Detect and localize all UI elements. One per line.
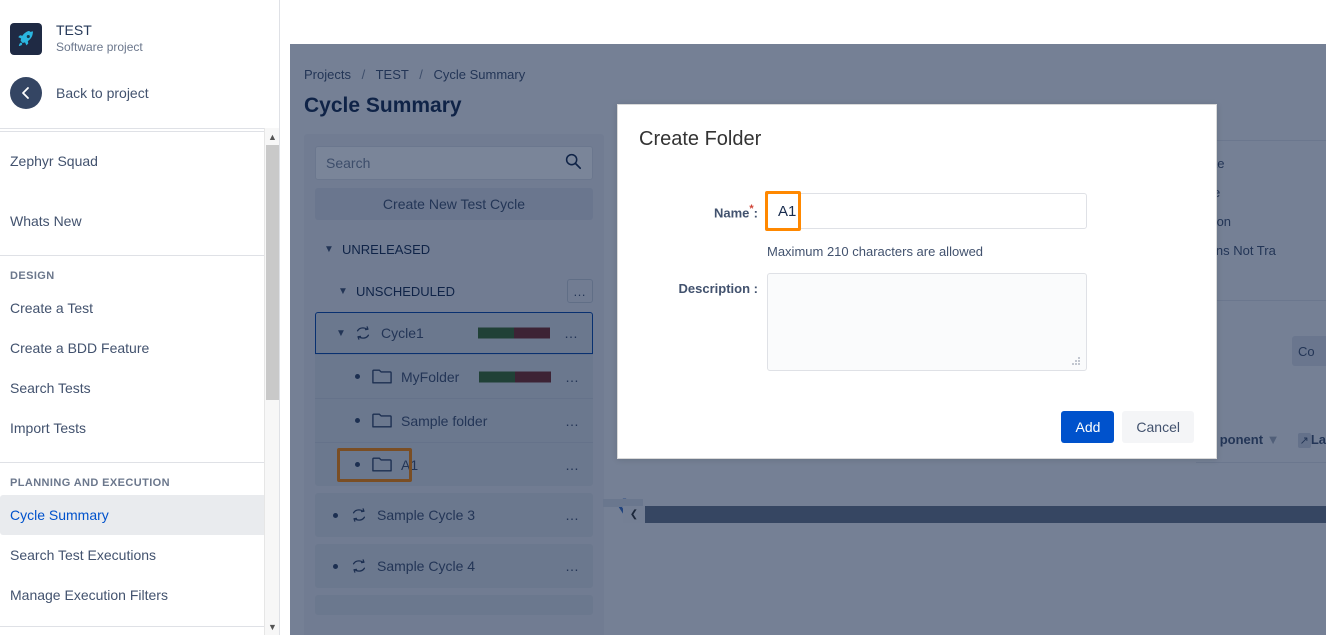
- back-to-project-link[interactable]: Back to project: [0, 55, 279, 109]
- sidebar-item-label: Whats New: [10, 213, 82, 229]
- app-root: TEST Software project Back to project Ze…: [0, 0, 1326, 635]
- dialog-actions: Add Cancel: [1061, 411, 1194, 443]
- sidebar-nav: Zephyr Squad Whats New DESIGN Create a T…: [0, 128, 279, 635]
- sidebar-item-label: Create a BDD Feature: [10, 340, 150, 356]
- sidebar-item-label: Import Tests: [10, 420, 86, 436]
- name-label-colon: :: [753, 205, 758, 221]
- sidebar-item-create-a-test[interactable]: Create a Test: [0, 288, 267, 328]
- project-header: TEST Software project: [0, 0, 279, 55]
- name-label: Name*:: [618, 193, 758, 220]
- name-field-row: Name*:: [618, 191, 1218, 231]
- sidebar-item-search-test-executions[interactable]: Search Test Executions: [0, 535, 267, 575]
- sidebar-item-search-tests[interactable]: Search Tests: [0, 368, 267, 408]
- sidebar-section-design: DESIGN: [10, 270, 55, 282]
- rocket-icon: [10, 22, 42, 55]
- create-folder-dialog: Create Folder Name*: Maximum 210 charact…: [617, 104, 1217, 459]
- sidebar-item-label: Zephyr Squad: [10, 153, 98, 169]
- sidebar-item-label: Search Test Executions: [10, 547, 157, 563]
- sidebar-item-label: Cycle Summary: [10, 507, 109, 523]
- scroll-down-icon[interactable]: ▼: [265, 618, 280, 635]
- cancel-button[interactable]: Cancel: [1122, 411, 1194, 443]
- description-label: Description :: [618, 273, 758, 296]
- sidebar-item-cycle-summary[interactable]: Cycle Summary: [0, 495, 267, 535]
- sidebar-item-zephyr-squad[interactable]: Zephyr Squad: [0, 141, 267, 181]
- description-label-text: Description: [678, 281, 751, 296]
- arrow-left-icon: [10, 77, 42, 109]
- scrollbar-thumb[interactable]: [266, 145, 279, 400]
- sidebar-scrollbar[interactable]: ▲ ▼: [264, 128, 279, 635]
- scroll-up-icon[interactable]: ▲: [265, 128, 280, 145]
- folder-name-input[interactable]: [767, 193, 1087, 229]
- dialog-title: Create Folder: [639, 128, 762, 150]
- sidebar-divider: [0, 626, 279, 627]
- folder-description-textarea[interactable]: [767, 273, 1087, 371]
- sidebar-item-import-tests[interactable]: Import Tests: [0, 408, 267, 448]
- description-label-colon: :: [753, 281, 758, 296]
- sidebar-item-manage-execution-filters[interactable]: Manage Execution Filters: [0, 575, 267, 615]
- sidebar-divider: [0, 255, 279, 256]
- sidebar-item-label: Search Tests: [10, 380, 91, 396]
- sidebar-item-label: Manage Execution Filters: [10, 587, 168, 603]
- back-to-project-label: Back to project: [56, 85, 149, 101]
- sidebar-item-whats-new[interactable]: Whats New: [0, 201, 267, 241]
- project-name: TEST: [56, 22, 92, 38]
- project-sidebar: TEST Software project Back to project Ze…: [0, 0, 280, 635]
- sidebar-item-label: Create a Test: [10, 300, 94, 316]
- name-help-text: Maximum 210 characters are allowed: [767, 244, 984, 259]
- description-field-row: Description :: [618, 273, 1218, 376]
- add-button[interactable]: Add: [1061, 411, 1115, 443]
- name-label-text: Name: [713, 205, 750, 221]
- project-type: Software project: [56, 40, 143, 54]
- sidebar-section-planning-and-execution: PLANNING AND EXECUTION: [10, 477, 170, 489]
- sidebar-divider: [0, 462, 279, 463]
- sidebar-item-create-a-bdd-feature[interactable]: Create a BDD Feature: [0, 328, 267, 368]
